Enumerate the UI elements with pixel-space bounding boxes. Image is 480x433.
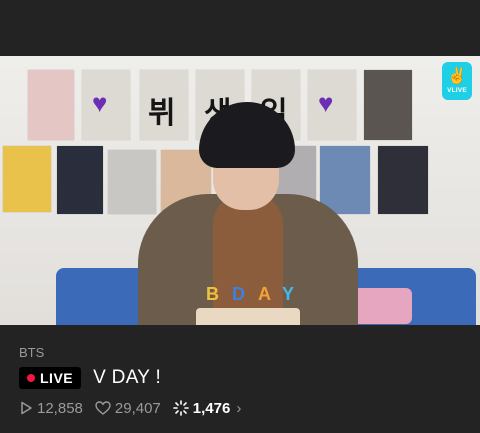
video-player[interactable]: ♥ 뷔 생 일 ♥ B D A Y ✌ VLIVE — [0, 56, 480, 325]
cake-letter: Y — [282, 284, 295, 304]
wall-photo — [108, 150, 156, 214]
cake-letter: D — [232, 284, 245, 304]
wall-photo — [57, 146, 103, 214]
wall-photo — [364, 70, 412, 140]
wall-photo — [378, 146, 428, 214]
cake-letter: B — [206, 284, 219, 304]
live-badge: LIVE — [19, 367, 82, 389]
live-dot-icon — [27, 374, 35, 382]
hot-count-value: 1,476 — [192, 399, 231, 417]
live-label: LIVE — [40, 370, 74, 386]
wall-photo — [28, 70, 74, 140]
chevron-right-icon[interactable]: › — [236, 400, 241, 417]
vlive-logo-icon: ✌ VLIVE — [442, 62, 472, 100]
cake-letter: A — [258, 284, 271, 304]
wall-letter: 뷔 — [148, 96, 176, 131]
heart-icon — [95, 401, 111, 415]
hot-count: 1,476 — [172, 399, 231, 417]
purple-heart-icon: ♥ — [318, 88, 334, 118]
wall-photo — [3, 146, 51, 212]
vlive-app: ♥ 뷔 생 일 ♥ B D A Y ✌ VLIVE BTS — [0, 0, 480, 433]
play-count: 12,858 — [19, 400, 83, 417]
stream-title: V DAY ! — [93, 367, 162, 388]
pillow — [350, 288, 412, 324]
burst-icon — [172, 400, 189, 416]
play-count-value: 12,858 — [37, 399, 83, 417]
vlive-label: VLIVE — [447, 86, 467, 94]
title-row: LIVE V DAY ! — [19, 365, 161, 391]
like-count-value: 29,407 — [114, 399, 161, 417]
wall-photo — [320, 146, 370, 214]
birthday-cake — [196, 308, 300, 325]
purple-heart-icon: ♥ — [92, 88, 108, 118]
play-icon — [21, 401, 32, 415]
like-count: 29,407 — [95, 400, 161, 417]
person-body — [138, 194, 358, 325]
stats-row[interactable]: 12,858 29,407 1,476 › — [19, 397, 241, 419]
channel-name[interactable]: BTS — [19, 345, 44, 360]
